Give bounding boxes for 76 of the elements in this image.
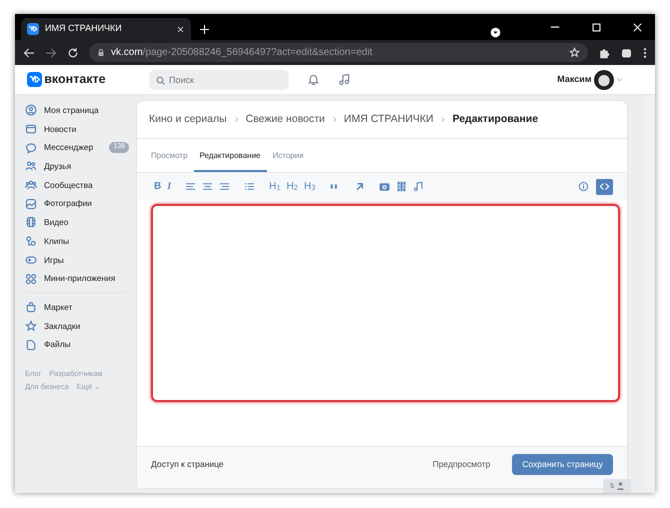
sidebar-item[interactable]: Фотографии bbox=[25, 194, 135, 214]
chevron-right-icon bbox=[439, 116, 446, 123]
star-icon[interactable] bbox=[569, 47, 580, 58]
lock-icon bbox=[97, 48, 105, 57]
sidebar-item[interactable]: Закладки bbox=[25, 316, 135, 336]
breadcrumb-link[interactable]: Кино и сериалы bbox=[149, 112, 227, 128]
four-circles-icon bbox=[25, 272, 37, 285]
menu-icon[interactable] bbox=[643, 46, 647, 58]
vk-logo-icon bbox=[27, 23, 39, 35]
save-button[interactable]: Сохранить страницу bbox=[512, 454, 613, 475]
image-icon bbox=[25, 198, 37, 210]
bell-icon[interactable] bbox=[307, 73, 320, 86]
list-icon bbox=[244, 181, 256, 192]
user-name[interactable]: Максим bbox=[557, 72, 592, 86]
sidebar-item[interactable]: Игры bbox=[25, 250, 135, 270]
clip-icon bbox=[25, 235, 37, 248]
search-icon bbox=[156, 76, 165, 84]
maximize-icon[interactable] bbox=[591, 22, 602, 32]
plus-icon[interactable] bbox=[199, 24, 210, 34]
align-right-icon bbox=[219, 181, 230, 192]
align-center-icon bbox=[202, 181, 214, 192]
code-button[interactable] bbox=[596, 178, 613, 194]
sidebar-item[interactable]: Видео bbox=[25, 213, 135, 232]
forward-icon[interactable] bbox=[45, 46, 57, 58]
sidebar-item[interactable]: Друзья bbox=[25, 157, 135, 176]
profile-dropdown-icon[interactable] bbox=[490, 26, 501, 38]
browser-tab[interactable]: ИМЯ СТРАНИЧКИ bbox=[21, 18, 191, 40]
star-icon bbox=[25, 320, 37, 332]
back-icon[interactable] bbox=[23, 46, 35, 58]
scrollbar[interactable] bbox=[645, 95, 655, 493]
file-icon bbox=[25, 338, 37, 351]
newspaper-icon bbox=[25, 123, 37, 136]
chevron-right-icon bbox=[232, 116, 240, 123]
gamepad-icon bbox=[25, 254, 37, 266]
chevron-down-icon[interactable] bbox=[616, 76, 623, 83]
sidebar-item[interactable]: Маркет bbox=[25, 298, 135, 317]
info-icon bbox=[578, 181, 588, 192]
people-icon bbox=[25, 160, 37, 172]
logo-text[interactable]: вконтакте bbox=[44, 70, 106, 89]
reload-icon[interactable] bbox=[67, 46, 79, 58]
extension-icon[interactable] bbox=[620, 46, 633, 58]
sidebar-item[interactable]: Клипы bbox=[25, 232, 135, 250]
avatar[interactable] bbox=[594, 70, 614, 90]
heading-button[interactable]: H$_{2}$ bbox=[284, 178, 301, 194]
bag-icon bbox=[25, 301, 37, 314]
tab-title: ИМЯ СТРАНИЧКИ bbox=[45, 22, 123, 36]
editor-area[interactable] bbox=[151, 204, 620, 402]
person-icon bbox=[617, 482, 624, 490]
film-icon bbox=[396, 181, 408, 192]
heading-button[interactable]: H$_{1}$ bbox=[266, 178, 284, 194]
vk-logo-icon[interactable] bbox=[27, 72, 42, 87]
align-left-icon bbox=[185, 181, 196, 192]
code-icon bbox=[599, 181, 610, 192]
sidebar-item[interactable]: Мини-приложения bbox=[25, 269, 135, 288]
music-icon[interactable] bbox=[338, 73, 351, 86]
puzzle-icon[interactable] bbox=[598, 46, 610, 58]
arrow-icon bbox=[354, 181, 366, 192]
breadcrumb-link[interactable]: Редактирование bbox=[452, 112, 538, 128]
breadcrumb-link[interactable]: ИМЯ СТРАНИЧКИ bbox=[344, 112, 434, 128]
close-icon[interactable] bbox=[176, 24, 185, 34]
access-link[interactable]: Доступ к странице bbox=[151, 458, 224, 471]
chevron-right-icon bbox=[330, 116, 338, 123]
sidebar-item[interactable]: Сообщества bbox=[25, 176, 135, 194]
camera-icon bbox=[379, 181, 390, 192]
sidebar-item[interactable]: Моя страница bbox=[25, 101, 135, 120]
sidebar-item[interactable]: Файлы bbox=[25, 335, 135, 354]
profile-icon bbox=[25, 104, 37, 116]
search-field[interactable]: Поиск bbox=[149, 70, 289, 90]
music-note-icon bbox=[413, 181, 424, 192]
heading-button[interactable]: H$_{3}$ bbox=[300, 178, 318, 194]
film-icon bbox=[25, 216, 37, 228]
chat-bubble-icon bbox=[25, 142, 37, 154]
breadcrumb-link[interactable]: Свежие новости bbox=[246, 112, 325, 128]
sidebar-item[interactable]: Новости bbox=[25, 120, 135, 138]
preview-link[interactable]: Предпросмотр bbox=[432, 458, 490, 471]
group-icon bbox=[25, 179, 37, 192]
